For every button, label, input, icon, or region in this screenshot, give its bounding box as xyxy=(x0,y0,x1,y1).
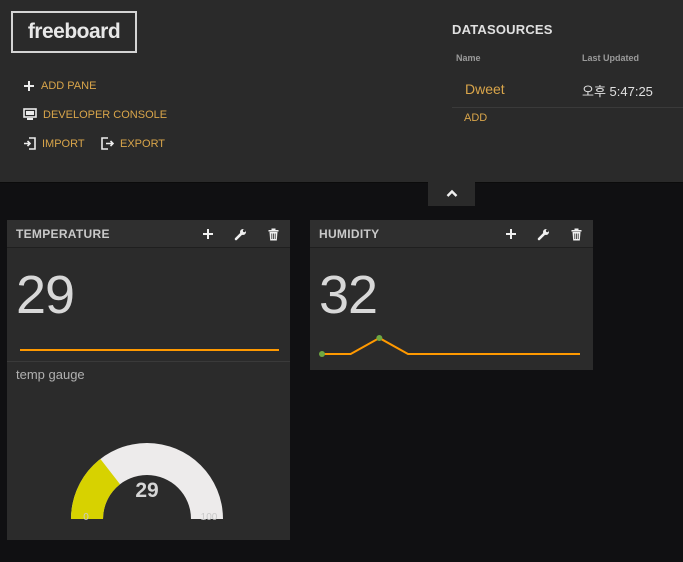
chevron-up-icon xyxy=(446,185,458,203)
pane-header: HUMIDITY xyxy=(310,220,593,248)
plus-icon[interactable] xyxy=(502,226,519,242)
wrench-icon[interactable] xyxy=(232,226,249,242)
datasources-title: DATASOURCES xyxy=(452,22,553,37)
sparkline-start-point xyxy=(319,351,325,357)
collapse-header-button[interactable] xyxy=(428,182,475,206)
export-label: EXPORT xyxy=(120,137,166,150)
add-pane-label: ADD PANE xyxy=(41,80,97,92)
pane-tools xyxy=(183,226,282,242)
plus-icon xyxy=(23,80,35,92)
export-button[interactable]: EXPORT xyxy=(101,137,165,150)
column-header-last-updated: Last Updated xyxy=(582,53,640,63)
import-button[interactable]: IMPORT xyxy=(23,137,85,150)
add-datasource-button[interactable]: ADD xyxy=(464,112,487,124)
table-row: Dweet 오후 5:47:25 xyxy=(452,73,683,108)
gauge-title: temp gauge xyxy=(16,367,85,382)
pane-header: TEMPERATURE xyxy=(7,220,290,248)
developer-console-label: DEVELOPER CONSOLE xyxy=(43,108,168,121)
import-label: IMPORT xyxy=(42,137,85,150)
gauge-max-label: 100 xyxy=(201,512,218,523)
trash-icon[interactable] xyxy=(265,226,282,242)
import-icon xyxy=(23,137,36,150)
pane-tools xyxy=(486,226,585,242)
pane-title: TEMPERATURE xyxy=(16,227,110,241)
plus-icon[interactable] xyxy=(199,226,216,242)
sparkline-max-point xyxy=(376,335,383,341)
widget-divider xyxy=(7,361,290,362)
wrench-icon[interactable] xyxy=(535,226,552,242)
monitor-icon xyxy=(23,108,37,121)
logo-text: freeboard xyxy=(27,19,121,43)
datasource-name-link[interactable]: Dweet xyxy=(465,81,505,97)
gauge-value: 29 xyxy=(135,479,158,502)
temperature-sparkline xyxy=(20,349,279,351)
sparkline-line xyxy=(322,336,580,355)
pane-title: HUMIDITY xyxy=(319,227,380,241)
datasource-last-updated: 오후 5:47:25 xyxy=(582,84,653,99)
developer-console-button[interactable]: DEVELOPER CONSOLE xyxy=(23,108,167,121)
header: freeboard ADD PANE DEVELOPER CONSOLE IMP… xyxy=(0,0,683,183)
trash-icon[interactable] xyxy=(568,226,585,242)
temperature-value: 29 xyxy=(16,265,75,325)
temp-gauge: 29 0 100 xyxy=(71,443,223,523)
pane-temperature: TEMPERATURE 29 temp gauge 29 0 100 xyxy=(7,220,290,540)
humidity-value: 32 xyxy=(319,265,378,325)
column-header-name: Name xyxy=(456,53,481,63)
add-pane-button[interactable]: ADD PANE xyxy=(23,80,96,92)
logo[interactable]: freeboard xyxy=(11,11,137,53)
pane-humidity: HUMIDITY 32 xyxy=(310,220,593,370)
gauge-min-label: 0 xyxy=(83,512,89,523)
humidity-sparkline xyxy=(319,335,580,357)
export-icon xyxy=(101,137,114,150)
